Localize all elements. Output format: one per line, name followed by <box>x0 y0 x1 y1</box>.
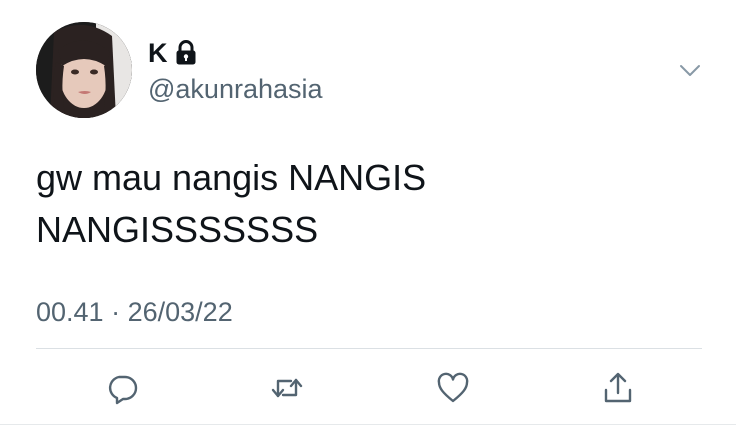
meta-separator: · <box>111 297 121 327</box>
tweet-text: gw mau nangis NANGIS NANGISSSSSSS <box>36 152 676 256</box>
retweet-icon <box>271 378 303 398</box>
author-name-row: K <box>148 38 198 68</box>
retweet-button[interactable] <box>269 370 305 406</box>
reply-button[interactable] <box>104 370 140 406</box>
profile-photo <box>36 22 132 118</box>
avatar[interactable] <box>36 22 132 118</box>
author-display-name[interactable]: K <box>148 38 168 68</box>
lock-icon <box>174 40 198 66</box>
divider <box>36 348 702 349</box>
share-button[interactable] <box>600 370 636 406</box>
chevron-down-icon[interactable] <box>676 56 704 84</box>
tweet-text-line: gw mau nangis NANGIS <box>36 157 427 198</box>
tweet-actions <box>0 364 736 412</box>
like-button[interactable] <box>435 370 471 406</box>
tweet-timestamp[interactable]: 00.41 · 26/03/22 <box>36 296 233 328</box>
share-icon <box>604 372 632 403</box>
author-handle[interactable]: @akunrahasia <box>148 74 323 104</box>
tweet-time: 00.41 <box>36 297 104 327</box>
heart-icon <box>437 372 469 403</box>
reply-icon <box>108 375 138 405</box>
tweet-date: 26/03/22 <box>127 297 233 327</box>
bottom-divider <box>0 424 736 425</box>
tweet-text-line: NANGISSSSSSS <box>36 209 319 250</box>
